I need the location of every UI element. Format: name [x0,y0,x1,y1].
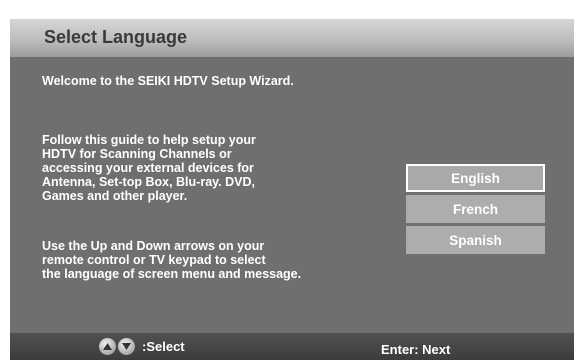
welcome-text: Welcome to the SEIKI HDTV Setup Wizard. [42,74,294,88]
enter-next-label: Enter: Next [381,342,451,357]
select-hint: :Select [99,338,185,355]
footer-bar: :Select Enter: Next [10,333,574,360]
title-bar: Select Language [10,19,574,57]
language-list: English French Spanish [406,164,545,257]
setup-wizard-window: Select Language Welcome to the SEIKI HDT… [10,19,574,360]
select-label: :Select [142,339,185,354]
instructions-text: Use the Up and Down arrows on your remot… [42,239,302,281]
page-title: Select Language [44,27,188,47]
language-option-spanish[interactable]: Spanish [406,226,545,254]
language-option-french[interactable]: French [406,195,545,223]
arrow-up-icon [99,338,116,355]
guide-text: Follow this guide to help setup your HDT… [42,133,256,203]
arrow-down-icon [118,338,135,355]
language-option-english[interactable]: English [406,164,545,192]
